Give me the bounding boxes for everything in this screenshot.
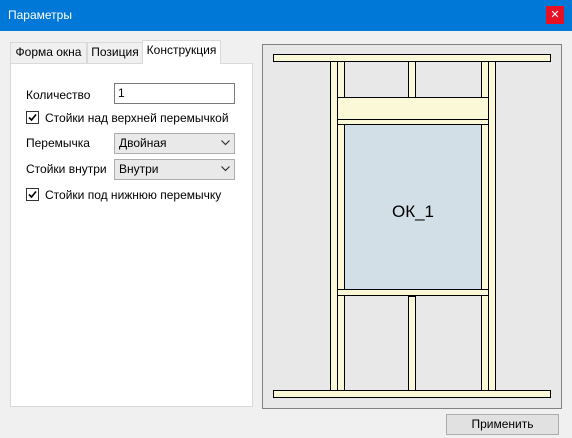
frame-diagram: ОК_1	[273, 54, 551, 398]
quantity-input[interactable]: 1	[114, 83, 235, 104]
checkmark-icon	[28, 190, 37, 199]
studs-above-checkbox[interactable]	[26, 111, 39, 124]
tab-position[interactable]: Позиция	[87, 42, 143, 63]
studs-above-label: Стойки над верхней перемычкой	[45, 111, 229, 125]
quantity-label: Количество	[26, 88, 91, 102]
construction-preview: ОК_1	[262, 44, 562, 409]
cripple-stud-top	[408, 61, 416, 98]
window-title: Параметры	[8, 8, 72, 22]
inner-studs-select[interactable]: Внутри	[114, 159, 235, 180]
tab-label: Позиция	[91, 45, 139, 59]
king-stud-right	[488, 61, 496, 391]
tab-label: Форма окна	[15, 45, 82, 59]
tab-construction[interactable]: Конструкция	[142, 40, 221, 64]
chevron-down-icon	[221, 140, 230, 146]
tab-window-shape[interactable]: Форма окна	[10, 42, 87, 63]
apply-button[interactable]: Применить	[446, 414, 559, 435]
apply-label: Применить	[471, 417, 534, 431]
studs-below-label: Стойки под нижнюю перемычку	[45, 188, 222, 202]
lintel-value: Двойная	[119, 136, 167, 150]
sill	[337, 289, 489, 296]
studs-below-checkbox[interactable]	[26, 188, 39, 201]
tab-label: Конструкция	[146, 43, 217, 57]
close-button[interactable]: ✕	[546, 6, 564, 24]
lintel-bottom	[337, 119, 489, 125]
king-stud-left	[330, 61, 338, 391]
top-plate	[273, 54, 551, 62]
lintel-block	[337, 97, 489, 120]
inner-studs-label: Стойки внутри	[26, 162, 107, 176]
lintel-select[interactable]: Двойная	[114, 133, 235, 154]
cripple-stud-bottom	[408, 296, 416, 391]
title-bar: Параметры ✕	[0, 0, 572, 31]
lintel-label: Перемычка	[26, 136, 90, 150]
inner-studs-value: Внутри	[119, 162, 159, 176]
chevron-down-icon	[221, 166, 230, 172]
construction-panel: Количество 1 Стойки над верхней перемычк…	[10, 63, 253, 407]
checkmark-icon	[28, 113, 37, 122]
close-icon: ✕	[550, 9, 560, 21]
window-label: ОК_1	[392, 202, 434, 221]
bottom-plate	[273, 390, 551, 398]
